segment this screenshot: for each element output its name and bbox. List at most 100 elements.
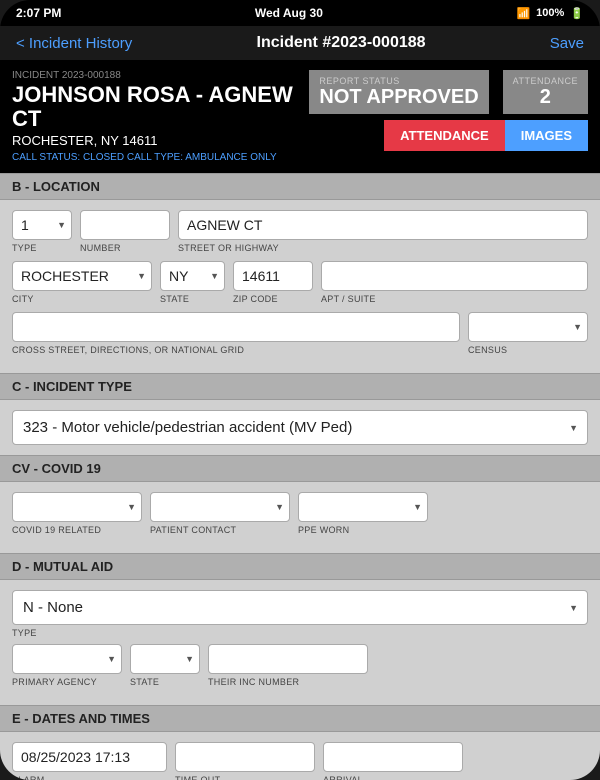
incident-type-wrapper: 323 - Motor vehicle/pedestrian accident …: [12, 410, 588, 445]
primary-agency-select[interactable]: [12, 644, 122, 674]
mutual-aid-wrapper: N - None: [12, 590, 588, 625]
state-select[interactable]: NY: [160, 261, 225, 291]
census-label: CENSUS: [468, 345, 588, 355]
dates-row: ALARM TIME OUT ARRIVAL: [12, 742, 588, 780]
census-group: CENSUS: [468, 312, 588, 355]
arrival-group: ARRIVAL: [323, 742, 463, 780]
mutual-aid-select[interactable]: N - None: [12, 590, 588, 625]
report-status-label: REPORT STATUS: [319, 76, 478, 86]
incident-header: INCIDENT 2023-000188 JOHNSON ROSA - AGNE…: [0, 60, 600, 173]
covid-header: CV - COVID 19: [0, 455, 600, 482]
main-content: INCIDENT 2023-000188 JOHNSON ROSA - AGNE…: [0, 60, 600, 780]
incident-info: INCIDENT 2023-000188 JOHNSON ROSA - AGNE…: [12, 70, 309, 163]
type-group: 1 TYPE: [12, 210, 72, 253]
cross-street-group: CROSS STREET, DIRECTIONS, OR NATIONAL GR…: [12, 312, 460, 355]
incident-type-select[interactable]: 323 - Motor vehicle/pedestrian accident …: [12, 410, 588, 445]
ppe-worn-select[interactable]: [298, 492, 428, 522]
their-inc-label: THEIR INC NUMBER: [208, 677, 368, 687]
status-date: Wed Aug 30: [255, 6, 323, 20]
covid-body: COVID 19 RELATED PATIENT CONTACT: [0, 482, 600, 553]
arrival-input[interactable]: [323, 742, 463, 772]
their-inc-input[interactable]: [208, 644, 368, 674]
mutual-aid-type-label: TYPE: [12, 628, 588, 638]
ppe-worn-label: PPE WORN: [298, 525, 428, 535]
city-label: CITY: [12, 294, 152, 304]
covid-related-select[interactable]: [12, 492, 142, 522]
street-label: STREET OR HIGHWAY: [178, 243, 588, 253]
alarm-input[interactable]: [12, 742, 167, 772]
battery-indicator: 100%: [536, 7, 564, 19]
battery-icon: 🔋: [570, 7, 584, 20]
nav-title: Incident #2023-000188: [257, 34, 426, 52]
mutual-aid-header: D - MUTUAL AID: [0, 553, 600, 580]
alarm-label: ALARM: [12, 775, 167, 780]
zip-input[interactable]: [233, 261, 313, 291]
mutual-aid-row-2: PRIMARY AGENCY STATE THEIR INC NUMBER: [12, 644, 588, 687]
primary-agency-group: PRIMARY AGENCY: [12, 644, 122, 687]
mutual-state-label: STATE: [130, 677, 200, 687]
save-button[interactable]: Save: [550, 35, 584, 52]
status-bar: 2:07 PM Wed Aug 30 📶 100% 🔋: [0, 0, 600, 26]
patient-contact-label: PATIENT CONTACT: [150, 525, 290, 535]
state-label: STATE: [160, 294, 225, 304]
timeout-group: TIME OUT: [175, 742, 315, 780]
images-button[interactable]: IMAGES: [505, 120, 588, 151]
incident-type-header: C - INCIDENT TYPE: [0, 373, 600, 400]
wifi-icon: 📶: [516, 7, 530, 20]
incident-type-body: 323 - Motor vehicle/pedestrian accident …: [0, 400, 600, 455]
covid-related-label: COVID 19 RELATED: [12, 525, 142, 535]
mutual-aid-type-row: N - None TYPE: [12, 590, 588, 638]
attendance-label: ATTENDANCE: [513, 76, 578, 86]
number-group: NUMBER: [80, 210, 170, 253]
location-body: 1 TYPE NUMBER STREET OR HIGHWAY: [0, 200, 600, 373]
location-header: B - LOCATION: [0, 173, 600, 200]
action-buttons: ATTENDANCE IMAGES: [384, 120, 588, 151]
mutual-state-group: STATE: [130, 644, 200, 687]
patient-contact-select[interactable]: [150, 492, 290, 522]
state-group: NY STATE: [160, 261, 225, 304]
location-row-3: CROSS STREET, DIRECTIONS, OR NATIONAL GR…: [12, 312, 588, 355]
arrival-label: ARRIVAL: [323, 775, 463, 780]
mutual-state-select[interactable]: [130, 644, 200, 674]
covid-related-group: COVID 19 RELATED: [12, 492, 142, 535]
cross-street-label: CROSS STREET, DIRECTIONS, OR NATIONAL GR…: [12, 345, 460, 355]
attendance-container: ATTENDANCE 2: [503, 70, 588, 114]
report-status-container: REPORT STATUS NOT APPROVED: [309, 70, 488, 114]
census-select[interactable]: [468, 312, 588, 342]
dates-header: E - DATES AND TIMES: [0, 705, 600, 732]
street-input[interactable]: [178, 210, 588, 240]
timeout-label: TIME OUT: [175, 775, 315, 780]
city-select[interactable]: ROCHESTER: [12, 261, 152, 291]
alarm-group: ALARM: [12, 742, 167, 780]
patient-contact-group: PATIENT CONTACT: [150, 492, 290, 535]
city-group: ROCHESTER CITY: [12, 261, 152, 304]
status-time: 2:07 PM: [16, 6, 61, 20]
incident-address: ROCHESTER, NY 14611: [12, 133, 309, 148]
incident-name: JOHNSON ROSA - AGNEW CT: [12, 83, 309, 131]
nav-bar: < Incident History Incident #2023-000188…: [0, 26, 600, 60]
their-inc-group: THEIR INC NUMBER: [208, 644, 368, 687]
apt-input[interactable]: [321, 261, 588, 291]
status-indicators: 📶 100% 🔋: [516, 7, 584, 20]
incident-id: INCIDENT 2023-000188: [12, 70, 309, 81]
apt-label: APT / SUITE: [321, 294, 588, 304]
ppe-worn-group: PPE WORN: [298, 492, 428, 535]
timeout-input[interactable]: [175, 742, 315, 772]
call-status: CALL STATUS: CLOSED CALL TYPE: AMBULANCE…: [12, 152, 309, 163]
attendance-button[interactable]: ATTENDANCE: [384, 120, 505, 151]
number-input[interactable]: [80, 210, 170, 240]
number-label: NUMBER: [80, 243, 170, 253]
covid-row: COVID 19 RELATED PATIENT CONTACT: [12, 492, 588, 535]
primary-agency-label: PRIMARY AGENCY: [12, 677, 122, 687]
mutual-aid-body: N - None TYPE PRIMARY AGENCY: [0, 580, 600, 705]
zip-group: ZIP CODE: [233, 261, 313, 304]
cross-street-input[interactable]: [12, 312, 460, 342]
report-status-value: NOT APPROVED: [319, 86, 478, 108]
location-row-1: 1 TYPE NUMBER STREET OR HIGHWAY: [12, 210, 588, 253]
type-select[interactable]: 1: [12, 210, 72, 240]
dates-body: ALARM TIME OUT ARRIVAL: [0, 732, 600, 780]
zip-label: ZIP CODE: [233, 294, 313, 304]
back-button[interactable]: < Incident History: [16, 35, 132, 52]
type-label: TYPE: [12, 243, 72, 253]
street-group: STREET OR HIGHWAY: [178, 210, 588, 253]
